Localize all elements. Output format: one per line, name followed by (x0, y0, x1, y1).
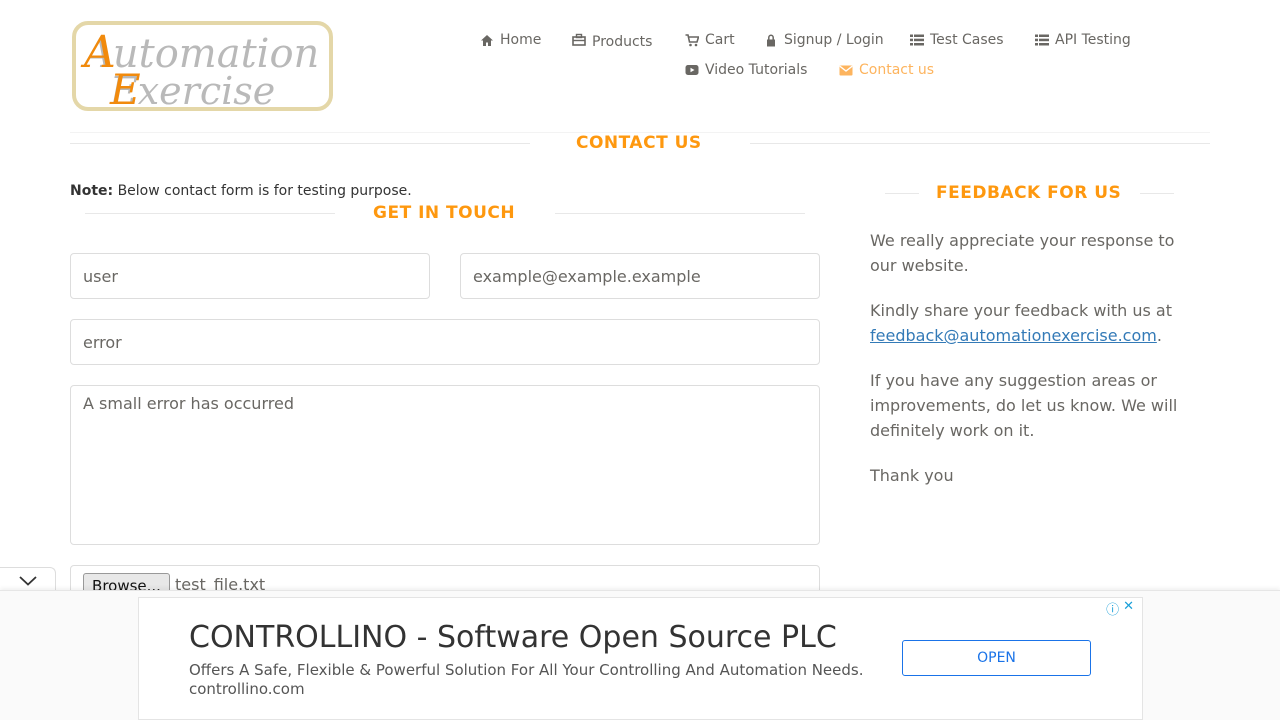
lock-icon (764, 33, 778, 47)
message-textarea[interactable]: A small error has occurred (70, 385, 820, 545)
chevron-down-icon (18, 576, 37, 586)
ad-close-icon[interactable]: ✕ (1123, 599, 1134, 618)
nav-video-label: Video Tutorials (705, 62, 808, 78)
feedback-rule-left (885, 193, 919, 194)
ad-info-icon[interactable]: ⓘ (1106, 599, 1119, 618)
products-icon (572, 33, 586, 47)
feedback-title: FEEDBACK FOR US (936, 183, 1122, 203)
nav-products-label: Products (592, 34, 653, 50)
list-icon (1035, 33, 1049, 47)
get-in-touch-rule-right (555, 213, 805, 214)
nav-api-testing-label: API Testing (1055, 32, 1131, 48)
svg-text:E: E (109, 65, 141, 107)
ad-controls: ⓘ ✕ (1106, 599, 1134, 618)
nav-home-label: Home (500, 32, 542, 48)
feedback-p2-suffix: . (1156, 326, 1162, 345)
nav-api-testing[interactable]: API Testing (1035, 32, 1131, 48)
list-icon (910, 33, 924, 47)
nav-test-cases-label: Test Cases (930, 32, 1004, 48)
title-rule-right (750, 143, 1210, 144)
ad-banner[interactable]: ⓘ ✕ CONTROLLINO - Software Open Source P… (138, 597, 1143, 720)
nav-products[interactable]: Products (572, 32, 653, 50)
get-in-touch-rule-left (85, 213, 335, 214)
nav-video-tutorials[interactable]: Video Tutorials (685, 62, 807, 78)
nav-cart-label: Cart (705, 32, 735, 48)
name-value: user (83, 266, 118, 286)
subject-value: error (83, 332, 122, 352)
ad-title[interactable]: CONTROLLINO - Software Open Source PLC (189, 620, 837, 655)
feedback-paragraph-3: If you have any suggestion areas or impr… (870, 371, 1178, 440)
email-value: example@example.example (473, 266, 701, 286)
subject-input[interactable]: error (70, 319, 820, 365)
feedback-paragraph-1: We really appreciate your response to ou… (870, 231, 1175, 275)
nav-contact-us[interactable]: Contact us (839, 62, 934, 78)
home-icon (480, 33, 494, 47)
message-value: A small error has occurred (83, 394, 294, 413)
feedback-rule-right (1140, 193, 1174, 194)
ad-open-button[interactable]: OPEN (902, 640, 1091, 676)
nav-test-cases[interactable]: Test Cases (910, 32, 1004, 48)
nav-cart[interactable]: Cart (685, 32, 735, 48)
feedback-p2-prefix: Kindly share your feedback with us at (870, 301, 1172, 320)
youtube-icon (685, 63, 699, 77)
feedback-paragraph-4: Thank you (870, 466, 954, 485)
nav-contact-label: Contact us (859, 62, 935, 78)
title-rule-left (70, 143, 530, 144)
nav-signup-login[interactable]: Signup / Login (764, 32, 884, 48)
note-text: Below contact form is for testing purpos… (117, 183, 412, 199)
page-title: CONTACT US (576, 133, 702, 153)
email-input[interactable]: example@example.example (460, 253, 820, 299)
get-in-touch-title: GET IN TOUCH (373, 203, 516, 223)
site-logo[interactable]: Automation Exercise A E (72, 21, 333, 111)
form-note: Note: Below contact form is for testing … (70, 183, 412, 199)
note-label: Note: (70, 183, 114, 199)
nav-home[interactable]: Home (480, 32, 541, 48)
ad-description: Offers A Safe, Flexible & Powerful Solut… (189, 661, 864, 679)
nav-signup-label: Signup / Login (784, 32, 884, 48)
envelope-icon (839, 63, 853, 77)
name-input[interactable]: user (70, 253, 430, 299)
feedback-email-link[interactable]: feedback@automationexercise.com (870, 326, 1157, 345)
ad-domain: controllino.com (189, 680, 305, 698)
feedback-paragraph-2: Kindly share your feedback with us at fe… (870, 298, 1190, 348)
cart-icon (685, 33, 699, 47)
